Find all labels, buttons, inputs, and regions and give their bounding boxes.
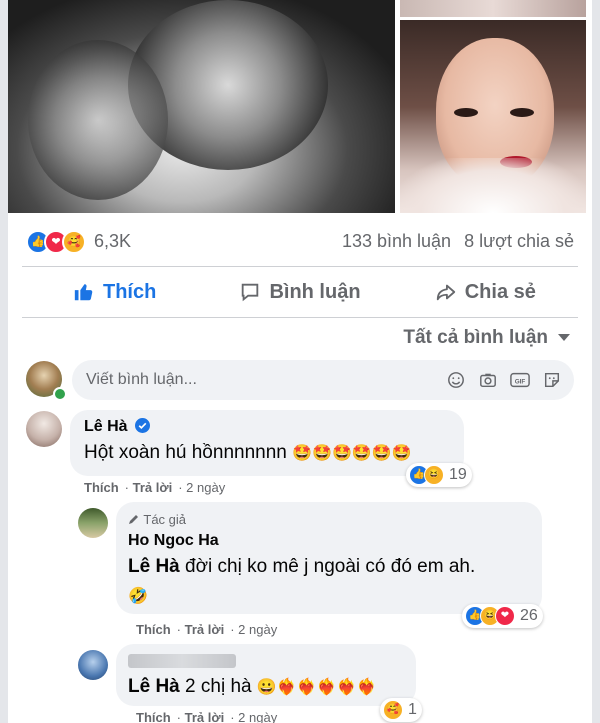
comment-reactions[interactable]: 👍 😆 19	[406, 463, 472, 487]
reply-item: Tác giả Ho Ngoc Ha Lê Hà đời chị ko mê j…	[78, 502, 588, 640]
thumbs-up-icon	[74, 284, 93, 301]
reply-author[interactable]: Ho Ngoc Ha	[128, 532, 219, 550]
comment-input[interactable]: Viết bình luận... GIF	[72, 360, 574, 400]
comment-timestamp[interactable]: 2 ngày	[186, 480, 225, 495]
post-photo-feather-dress[interactable]	[8, 0, 395, 213]
reply-reply-link[interactable]: Trả lời	[185, 622, 225, 637]
comment-input-placeholder: Viết bình luận...	[86, 371, 197, 388]
portrait-eye	[510, 108, 534, 117]
reply-reaction-count: 1	[408, 701, 417, 718]
author-tag: Tác giả	[128, 512, 186, 527]
reaction-count[interactable]: 6,3K	[94, 231, 131, 252]
reply-meta: Thích · Trả lời · 2 ngày	[136, 622, 278, 637]
reply-body: 2 chị hà	[179, 676, 252, 697]
love-reaction-icon: ❤	[495, 606, 515, 626]
comment-count[interactable]: 133 bình luận	[342, 231, 451, 251]
portrait-fur	[400, 158, 586, 213]
reply-timestamp[interactable]: 2 ngày	[238, 622, 277, 637]
like-button[interactable]: Thích	[22, 267, 207, 317]
caret-down-icon	[558, 334, 570, 342]
share-button[interactable]: Chia sẻ	[393, 267, 578, 317]
reply-bubble: Tác giả Ho Ngoc Ha Lê Hà đời chị ko mê j…	[116, 502, 542, 614]
mention-link[interactable]: Lê Hà	[128, 556, 180, 577]
comment-bubble: Lê Hà Hột xoàn hú hồnnnnnnn 🤩🤩🤩🤩🤩🤩	[70, 410, 464, 476]
like-label: Thích	[102, 280, 157, 303]
redacted-name-block	[128, 654, 236, 668]
reply-text: Lê Hà 2 chị hà 😀❤️‍🔥❤️‍🔥❤️‍🔥❤️‍🔥❤️‍🔥	[128, 676, 376, 698]
share-arrow-icon	[436, 284, 455, 301]
reply-reactions[interactable]: 🥰 1	[380, 698, 422, 722]
comment-item: Lê Hà Hột xoàn hú hồnnnnnnn 🤩🤩🤩🤩🤩🤩 👍 😆 1…	[22, 410, 578, 500]
svg-text:GIF: GIF	[515, 379, 526, 386]
comment-reaction-count: 19	[449, 466, 467, 483]
comment-meta: Thích · Trả lời · 2 ngày	[84, 480, 226, 495]
portrait-eye	[454, 108, 478, 117]
reply-reply-link[interactable]: Trả lời	[185, 710, 225, 723]
reply-bubble: Lê Hà 2 chị hà 😀❤️‍🔥❤️‍🔥❤️‍🔥❤️‍🔥❤️‍🔥	[116, 644, 416, 706]
comment-body: Hột xoàn hú hồnnnnnnn	[84, 442, 287, 463]
reply-body: đời chị ko mê j ngoài có đó em ah.	[179, 556, 476, 577]
online-status-icon	[53, 387, 67, 401]
share-count[interactable]: 8 lượt chia sẻ	[464, 231, 574, 251]
comment-filter-dropdown[interactable]: Tất cả bình luận	[403, 327, 570, 349]
post-stat-counts: 133 bình luận 8 lượt chia sẻ	[334, 231, 574, 252]
post-photo-portrait[interactable]	[400, 20, 586, 213]
post-stats: 👍 ❤ 🥰 6,3K 133 bình luận 8 lượt chia sẻ	[8, 225, 592, 259]
reply-text: Lê Hà đời chị ko mê j ngoài có đó em ah.	[128, 556, 475, 578]
verified-badge-icon	[135, 418, 151, 433]
comment-emoji: 🤩🤩🤩🤩🤩🤩	[292, 445, 412, 462]
author-tag-label: Tác giả	[143, 512, 187, 527]
reply-like-link[interactable]: Thích	[136, 710, 171, 723]
comment-author-line: Lê Hà	[84, 418, 151, 436]
comment-author[interactable]: Lê Hà	[84, 418, 128, 435]
composer-tools: GIF	[446, 370, 562, 390]
comment-reply-link[interactable]: Trả lời	[133, 480, 173, 495]
reply-reaction-count: 26	[520, 607, 538, 624]
gif-icon[interactable]: GIF	[510, 370, 530, 390]
redacted-author-name	[128, 654, 236, 673]
comment-text: Hột xoàn hú hồnnnnnnn 🤩🤩🤩🤩🤩🤩	[84, 442, 412, 464]
care-reaction-icon: 🥰	[383, 700, 403, 720]
comment-composer: Viết bình luận... GIF	[22, 360, 578, 401]
share-label: Chia sẻ	[464, 280, 536, 303]
post-action-bar: Thích Bình luận Chia sẻ	[22, 266, 578, 318]
comment-like-link[interactable]: Thích	[84, 480, 119, 495]
reply-reactions[interactable]: 👍 😆 ❤ 26	[462, 604, 543, 628]
pencil-icon	[129, 515, 138, 524]
reply-meta: Thích · Trả lời · 2 ngày	[136, 710, 278, 723]
commenter-avatar[interactable]	[26, 411, 62, 447]
reply-author-avatar[interactable]	[78, 508, 108, 538]
comment-button[interactable]: Bình luận	[207, 267, 392, 317]
reply-like-link[interactable]: Thích	[136, 622, 171, 637]
reply-author-avatar[interactable]	[78, 650, 108, 680]
sticker-icon[interactable]	[542, 370, 562, 390]
haha-reaction-icon: 😆	[424, 465, 444, 485]
reply-item: Lê Hà 2 chị hà 😀❤️‍🔥❤️‍🔥❤️‍🔥❤️‍🔥❤️‍🔥 🥰 1…	[78, 644, 588, 723]
camera-icon[interactable]	[478, 370, 498, 390]
mention-link[interactable]: Lê Hà	[128, 676, 180, 697]
post-photo-top-right[interactable]	[400, 0, 586, 17]
care-reaction-icon: 🥰	[62, 230, 86, 254]
speech-bubble-icon	[242, 283, 259, 302]
emoji-icon[interactable]	[446, 370, 466, 390]
reply-emoji: 😀❤️‍🔥❤️‍🔥❤️‍🔥❤️‍🔥❤️‍🔥	[256, 679, 377, 696]
feather-shape	[28, 40, 168, 200]
reply-emoji: 🤣	[128, 588, 148, 605]
comment-filter-label: Tất cả bình luận	[403, 327, 548, 348]
post-card: 👍 ❤ 🥰 6,3K 133 bình luận 8 lượt chia sẻ …	[8, 0, 592, 723]
comment-label: Bình luận	[269, 280, 361, 303]
reply-timestamp[interactable]: 2 ngày	[238, 710, 277, 723]
